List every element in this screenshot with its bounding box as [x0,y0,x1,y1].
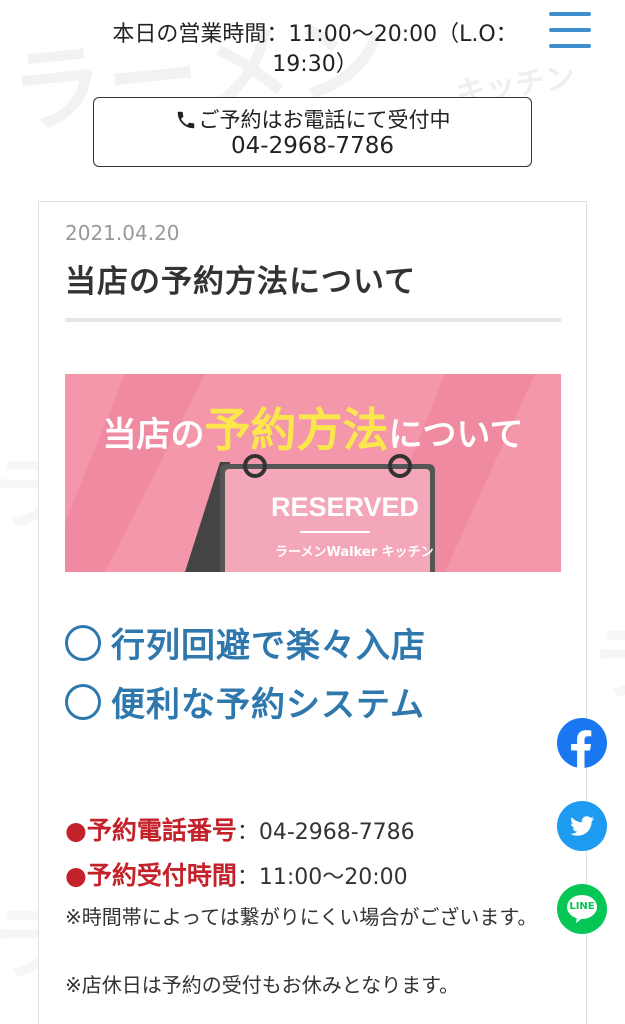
circle-bullet-icon [65,624,101,661]
post-title: 当店の予約方法について [65,264,417,300]
reservation-text: ご予約はお電話にて受付中 [198,108,451,132]
reservation-banner-image: 当店の予約方法について RESERVED ラーメンWalker キッチン [65,374,561,572]
reservation-hours-info: ●予約受付時間 ：11:00〜20:00 [65,861,408,890]
line-label: LINE [569,901,595,912]
sign-logo: ラーメンWalker キッチン [275,545,434,560]
sign-reserved-text: RESERVED [270,492,420,522]
banner-heading: 当店の予約方法について [102,403,524,457]
phone-icon [175,109,197,131]
twitter-share-button[interactable] [557,801,607,851]
note-connection: ※時間帯によっては繋がりにくい場合がございます。 [65,905,538,929]
twitter-icon [570,816,594,836]
circle-bullet-icon [65,683,101,720]
reservation-phone-number: 04-2968-7786 [231,133,394,159]
business-hours: 本日の営業時間：11:00〜20:00（L.O：19:30） [112,22,518,77]
reservation-phone-info: ●予約電話番号 ：04-2968-7786 [65,816,415,845]
feature-item: 行列回避で楽々入店 [65,618,426,667]
title-divider [65,318,561,322]
hamburger-menu-icon[interactable] [549,12,591,50]
post-date: 2021.04.20 [65,221,180,245]
line-share-button[interactable]: LINE [557,884,607,934]
post-card: 2021.04.20 当店の予約方法について 当店の予約方法について RESER… [38,201,587,1024]
facebook-share-button[interactable] [557,718,607,768]
reservation-phone-button[interactable]: ご予約はお電話にて受付中 04-2968-7786 [93,97,532,167]
note-holiday: ※店休日は予約の受付もお休みとなります。 [65,973,460,997]
facebook-icon [571,730,592,768]
feature-item: 便利な予約システム [65,677,425,726]
